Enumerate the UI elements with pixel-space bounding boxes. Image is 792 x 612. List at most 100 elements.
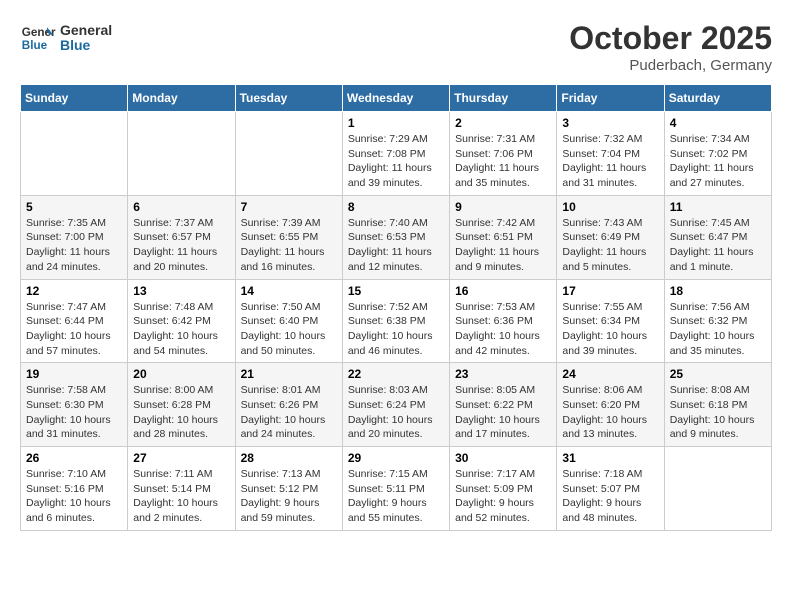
day-number: 2 [455, 116, 551, 130]
weekday-header-tuesday: Tuesday [235, 85, 342, 112]
svg-text:Blue: Blue [22, 39, 48, 52]
day-number: 10 [562, 200, 658, 214]
weekday-header-saturday: Saturday [664, 85, 771, 112]
day-cell-25: 25 Sunrise: 8:08 AM Sunset: 6:18 PM Dayli… [664, 363, 771, 447]
day-info: Sunrise: 8:05 AM Sunset: 6:22 PM Dayligh… [455, 383, 551, 442]
day-info: Sunrise: 7:37 AM Sunset: 6:57 PM Dayligh… [133, 216, 229, 275]
day-cell-18: 18 Sunrise: 7:56 AM Sunset: 6:32 PM Dayli… [664, 279, 771, 363]
day-number: 20 [133, 367, 229, 381]
logo-icon: General Blue [20, 20, 56, 56]
day-info: Sunrise: 7:58 AM Sunset: 6:30 PM Dayligh… [26, 383, 122, 442]
weekday-header-row: SundayMondayTuesdayWednesdayThursdayFrid… [21, 85, 772, 112]
day-info: Sunrise: 8:06 AM Sunset: 6:20 PM Dayligh… [562, 383, 658, 442]
day-info: Sunrise: 8:08 AM Sunset: 6:18 PM Dayligh… [670, 383, 766, 442]
day-number: 19 [26, 367, 122, 381]
day-cell-3: 3Sunrise: 7:32 AM Sunset: 7:04 PM Daylig… [557, 112, 664, 196]
day-cell-1: 1 Sunrise: 7:29 AM Sunset: 7:08 PM Daylig… [342, 112, 449, 196]
day-cell-2: 2Sunrise: 7:31 AM Sunset: 7:06 PM Daylig… [450, 112, 557, 196]
day-info: Sunrise: 7:47 AM Sunset: 6:44 PM Dayligh… [26, 300, 122, 359]
day-cell-empty [664, 447, 771, 531]
day-info: Sunrise: 7:34 AM Sunset: 7:02 PM Dayligh… [670, 132, 766, 191]
day-number: 24 [562, 367, 658, 381]
day-cell-23: 23 Sunrise: 8:05 AM Sunset: 6:22 PM Dayli… [450, 363, 557, 447]
day-info: Sunrise: 7:56 AM Sunset: 6:32 PM Dayligh… [670, 300, 766, 359]
day-number: 13 [133, 284, 229, 298]
day-info: Sunrise: 7:48 AM Sunset: 6:42 PM Dayligh… [133, 300, 229, 359]
weekday-header-sunday: Sunday [21, 85, 128, 112]
day-cell-13: 13 Sunrise: 7:48 AM Sunset: 6:42 PM Dayli… [128, 279, 235, 363]
day-info: Sunrise: 8:01 AM Sunset: 6:26 PM Dayligh… [241, 383, 337, 442]
day-cell-8: 8Sunrise: 7:40 AM Sunset: 6:53 PM Daylig… [342, 195, 449, 279]
day-cell-14: 14 Sunrise: 7:50 AM Sunset: 6:40 PM Dayli… [235, 279, 342, 363]
day-number: 21 [241, 367, 337, 381]
day-cell-4: 4Sunrise: 7:34 AM Sunset: 7:02 PM Daylig… [664, 112, 771, 196]
week-row-0: 1 Sunrise: 7:29 AM Sunset: 7:08 PM Daylig… [21, 112, 772, 196]
weekday-header-thursday: Thursday [450, 85, 557, 112]
day-cell-20: 20 Sunrise: 8:00 AM Sunset: 6:28 PM Dayli… [128, 363, 235, 447]
day-info: Sunrise: 7:42 AM Sunset: 6:51 PM Dayligh… [455, 216, 551, 275]
day-cell-22: 22 Sunrise: 8:03 AM Sunset: 6:24 PM Dayli… [342, 363, 449, 447]
day-number: 30 [455, 451, 551, 465]
page-header: General Blue General Blue October 2025 P… [20, 20, 772, 74]
day-number: 28 [241, 451, 337, 465]
day-info: Sunrise: 7:35 AM Sunset: 7:00 PM Dayligh… [26, 216, 122, 275]
day-cell-empty [235, 112, 342, 196]
day-info: Sunrise: 7:40 AM Sunset: 6:53 PM Dayligh… [348, 216, 444, 275]
week-row-4: 26 Sunrise: 7:10 AM Sunset: 5:16 PM Dayli… [21, 447, 772, 531]
day-info: Sunrise: 7:55 AM Sunset: 6:34 PM Dayligh… [562, 300, 658, 359]
day-number: 22 [348, 367, 444, 381]
day-cell-12: 12Sunrise: 7:47 AM Sunset: 6:44 PM Dayli… [21, 279, 128, 363]
day-cell-31: 31Sunrise: 7:18 AM Sunset: 5:07 PM Dayli… [557, 447, 664, 531]
day-cell-28: 28Sunrise: 7:13 AM Sunset: 5:12 PM Dayli… [235, 447, 342, 531]
day-info: Sunrise: 7:45 AM Sunset: 6:47 PM Dayligh… [670, 216, 766, 275]
day-cell-11: 11 Sunrise: 7:45 AM Sunset: 6:47 PM Dayli… [664, 195, 771, 279]
day-number: 1 [348, 116, 444, 130]
day-cell-26: 26 Sunrise: 7:10 AM Sunset: 5:16 PM Dayli… [21, 447, 128, 531]
day-info: Sunrise: 7:52 AM Sunset: 6:38 PM Dayligh… [348, 300, 444, 359]
month-title: October 2025 [569, 20, 772, 57]
day-cell-10: 10 Sunrise: 7:43 AM Sunset: 6:49 PM Dayli… [557, 195, 664, 279]
day-info: Sunrise: 8:00 AM Sunset: 6:28 PM Dayligh… [133, 383, 229, 442]
day-number: 25 [670, 367, 766, 381]
day-number: 14 [241, 284, 337, 298]
day-info: Sunrise: 7:43 AM Sunset: 6:49 PM Dayligh… [562, 216, 658, 275]
location: Puderbach, Germany [569, 57, 772, 74]
day-number: 7 [241, 200, 337, 214]
day-cell-empty [128, 112, 235, 196]
day-info: Sunrise: 7:29 AM Sunset: 7:08 PM Dayligh… [348, 132, 444, 191]
day-cell-30: 30 Sunrise: 7:17 AM Sunset: 5:09 PM Dayli… [450, 447, 557, 531]
title-block: October 2025 Puderbach, Germany [569, 20, 772, 74]
day-number: 31 [562, 451, 658, 465]
day-number: 23 [455, 367, 551, 381]
week-row-1: 5 Sunrise: 7:35 AM Sunset: 7:00 PM Daylig… [21, 195, 772, 279]
day-info: Sunrise: 7:50 AM Sunset: 6:40 PM Dayligh… [241, 300, 337, 359]
day-number: 3 [562, 116, 658, 130]
day-info: Sunrise: 7:53 AM Sunset: 6:36 PM Dayligh… [455, 300, 551, 359]
day-number: 15 [348, 284, 444, 298]
day-number: 6 [133, 200, 229, 214]
day-info: Sunrise: 8:03 AM Sunset: 6:24 PM Dayligh… [348, 383, 444, 442]
weekday-header-wednesday: Wednesday [342, 85, 449, 112]
logo: General Blue General Blue [20, 20, 112, 56]
logo-blue: Blue [60, 38, 112, 53]
week-row-2: 12Sunrise: 7:47 AM Sunset: 6:44 PM Dayli… [21, 279, 772, 363]
week-row-3: 19 Sunrise: 7:58 AM Sunset: 6:30 PM Dayli… [21, 363, 772, 447]
day-cell-17: 17Sunrise: 7:55 AM Sunset: 6:34 PM Dayli… [557, 279, 664, 363]
day-number: 11 [670, 200, 766, 214]
day-cell-21: 21 Sunrise: 8:01 AM Sunset: 6:26 PM Dayli… [235, 363, 342, 447]
day-number: 5 [26, 200, 122, 214]
weekday-header-monday: Monday [128, 85, 235, 112]
day-cell-24: 24 Sunrise: 8:06 AM Sunset: 6:20 PM Dayli… [557, 363, 664, 447]
day-cell-5: 5 Sunrise: 7:35 AM Sunset: 7:00 PM Daylig… [21, 195, 128, 279]
day-info: Sunrise: 7:17 AM Sunset: 5:09 PM Dayligh… [455, 467, 551, 526]
logo-general: General [60, 23, 112, 38]
day-number: 18 [670, 284, 766, 298]
day-cell-15: 15 Sunrise: 7:52 AM Sunset: 6:38 PM Dayli… [342, 279, 449, 363]
weekday-header-friday: Friday [557, 85, 664, 112]
calendar-body: 1 Sunrise: 7:29 AM Sunset: 7:08 PM Daylig… [21, 112, 772, 531]
day-info: Sunrise: 7:10 AM Sunset: 5:16 PM Dayligh… [26, 467, 122, 526]
day-cell-19: 19 Sunrise: 7:58 AM Sunset: 6:30 PM Dayli… [21, 363, 128, 447]
day-cell-9: 9Sunrise: 7:42 AM Sunset: 6:51 PM Daylig… [450, 195, 557, 279]
day-cell-16: 16Sunrise: 7:53 AM Sunset: 6:36 PM Dayli… [450, 279, 557, 363]
day-number: 26 [26, 451, 122, 465]
